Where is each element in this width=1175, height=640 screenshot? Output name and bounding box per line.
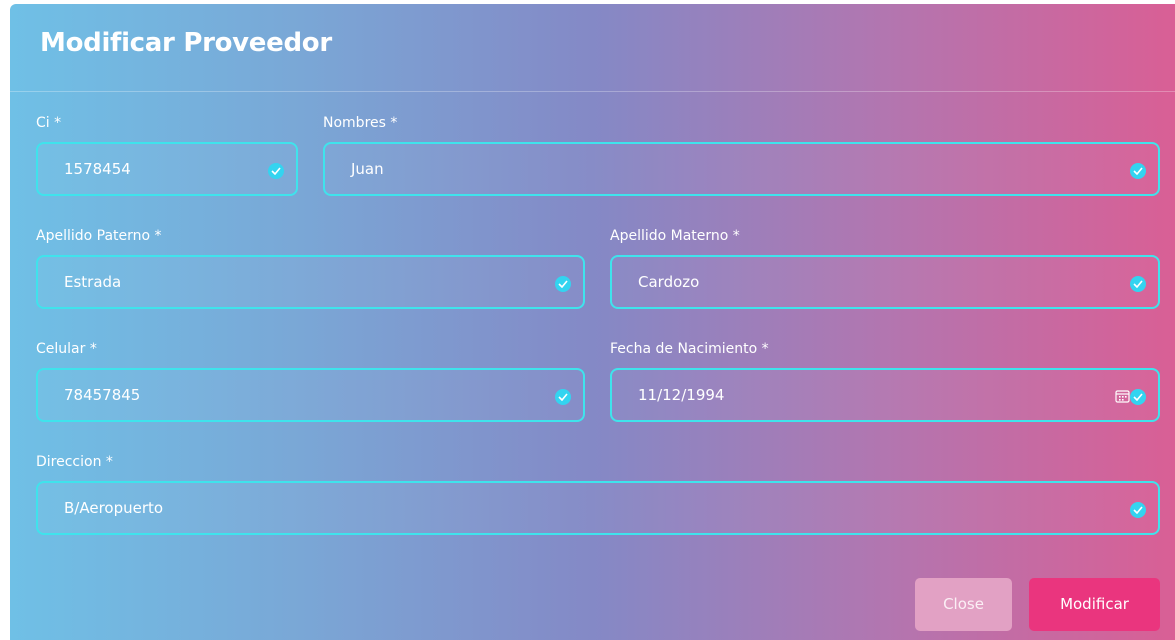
check-circle-icon — [268, 163, 284, 179]
check-circle-icon — [555, 276, 571, 292]
check-circle-icon — [555, 389, 571, 405]
fecha-nacimiento-field[interactable]: 11/12/1994 — [610, 368, 1160, 422]
celular-value: 78457845 — [64, 386, 141, 404]
fecha-nacimiento-label: Fecha de Nacimiento * — [610, 341, 769, 357]
check-circle-icon — [1130, 389, 1146, 405]
celular-field[interactable]: 78457845 — [36, 368, 585, 422]
nombres-field[interactable]: Juan — [323, 142, 1160, 196]
modify-supplier-modal: Modificar Proveedor Ci * 1578454 Nombres… — [10, 4, 1175, 640]
direccion-label: Direccion * — [36, 454, 113, 470]
nombres-value: Juan — [351, 160, 384, 178]
apellido-paterno-value: Estrada — [64, 273, 122, 291]
modal-title: Modificar Proveedor — [40, 28, 332, 58]
direccion-field[interactable]: B/Aeropuerto — [36, 481, 1160, 535]
nombres-label: Nombres * — [323, 115, 398, 131]
ci-label: Ci * — [36, 115, 62, 131]
direccion-value: B/Aeropuerto — [64, 499, 164, 517]
ci-field[interactable]: 1578454 — [36, 142, 298, 196]
modal-header: Modificar Proveedor — [10, 4, 1175, 92]
modify-button[interactable]: Modificar — [1029, 578, 1160, 631]
apellido-paterno-field[interactable]: Estrada — [36, 255, 585, 309]
apellido-materno-label: Apellido Materno * — [610, 228, 740, 244]
apellido-materno-value: Cardozo — [638, 273, 700, 291]
check-circle-icon — [1130, 276, 1146, 292]
close-button[interactable]: Close — [915, 578, 1012, 631]
check-circle-icon — [1130, 163, 1146, 179]
apellido-materno-field[interactable]: Cardozo — [610, 255, 1160, 309]
calendar-icon[interactable] — [1115, 388, 1130, 403]
celular-label: Celular * — [36, 341, 97, 357]
check-circle-icon — [1130, 502, 1146, 518]
fecha-nacimiento-value: 11/12/1994 — [638, 386, 725, 404]
ci-value: 1578454 — [64, 160, 131, 178]
apellido-paterno-label: Apellido Paterno * — [36, 228, 162, 244]
